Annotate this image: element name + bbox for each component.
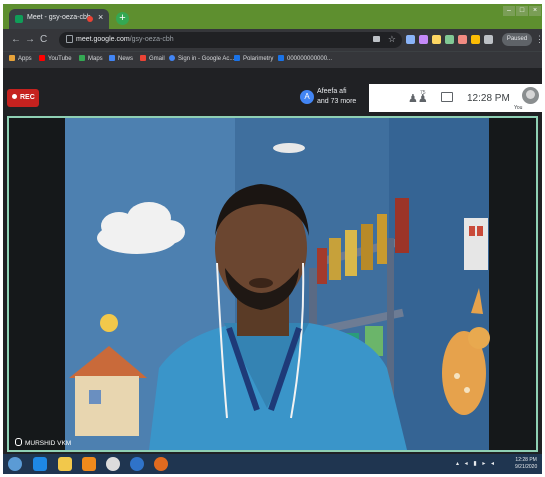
google-icon: [169, 55, 175, 61]
self-label: You: [514, 105, 523, 111]
tab-title: Meet - gsy-oeza-cbh: [27, 14, 91, 21]
reload-icon[interactable]: C: [40, 34, 47, 45]
news-icon: [109, 55, 115, 61]
browser-window: Meet - gsy-oeza-cbh × + – □ × ← → C meet…: [3, 4, 542, 474]
maximize-button[interactable]: □: [516, 6, 528, 16]
recording-indicator-icon: [87, 16, 93, 22]
firefox-icon[interactable]: [154, 457, 168, 471]
start-button-icon[interactable]: [8, 457, 22, 471]
self-view-avatar[interactable]: [522, 87, 539, 104]
windows-taskbar: ▴ ◂ ▮ ▸ ◂ 12:28 PM 9/21/2020: [3, 454, 542, 474]
media-player-icon[interactable]: [82, 457, 96, 471]
extension-arrow-icon[interactable]: [406, 35, 415, 44]
people-count: 75: [420, 90, 426, 96]
bookmark-youtube[interactable]: YouTube: [39, 55, 72, 62]
participants-summary[interactable]: Afeefa afi and 73 more: [317, 87, 356, 107]
linkedin-icon: [278, 55, 284, 61]
profile-paused-button[interactable]: Paused: [502, 33, 532, 46]
extensions-puzzle-icon[interactable]: [484, 35, 493, 44]
bookmark-polarimetry[interactable]: Polarimetry: [234, 55, 273, 62]
extension-shield-icon[interactable]: [471, 35, 480, 44]
bookmark-gmail[interactable]: Gmail: [140, 55, 165, 62]
tab-close-button[interactable]: ×: [98, 12, 103, 22]
gmail-icon: [140, 55, 146, 61]
extension-check-icon[interactable]: [432, 35, 441, 44]
speaker-name-label: MURSHID VKM: [15, 438, 71, 447]
minimize-button[interactable]: –: [503, 6, 515, 16]
new-tab-button[interactable]: +: [116, 12, 129, 25]
meet-controls-panel: ♟♟ 75 12:28 PM You: [369, 84, 542, 112]
participant-name: Afeefa afi: [317, 88, 347, 95]
maps-icon: [79, 55, 85, 61]
meet-top-bar: REC A Afeefa afi and 73 more ♟♟ 75 12:28…: [3, 84, 542, 112]
chrome-icon[interactable]: [106, 457, 120, 471]
apps-grid-icon: [9, 55, 15, 61]
speaker-video-feed: [9, 118, 536, 450]
meeting-clock: 12:28 PM: [467, 93, 510, 104]
internet-explorer-icon[interactable]: [33, 457, 47, 471]
bookmark-maps[interactable]: Maps: [79, 55, 103, 62]
record-dot-icon: [12, 94, 17, 99]
chat-icon[interactable]: [441, 92, 453, 102]
linkedin-icon: [234, 55, 240, 61]
taskbar-clock[interactable]: 12:28 PM 9/21/2020: [515, 457, 537, 471]
extension-bars-icon[interactable]: [458, 35, 467, 44]
address-bar[interactable]: meet.google.com/gsy-oeza-cbh ☆: [59, 32, 402, 48]
close-window-button[interactable]: ×: [529, 6, 541, 16]
microphone-icon: [15, 438, 22, 446]
tab-strip: Meet - gsy-oeza-cbh × + – □ ×: [3, 4, 542, 29]
app-icon[interactable]: [130, 457, 144, 471]
back-arrow-icon[interactable]: ←: [11, 34, 21, 45]
speaker-video-tile[interactable]: MURSHID VKM: [7, 116, 538, 452]
bookmark-news[interactable]: News: [109, 55, 133, 62]
browser-menu-icon[interactable]: ⋮: [535, 34, 542, 45]
participant-avatar: A: [300, 90, 314, 104]
recording-badge: REC: [7, 89, 39, 107]
tab-meet[interactable]: Meet - gsy-oeza-cbh ×: [9, 9, 109, 29]
system-tray-icons[interactable]: ▴ ◂ ▮ ▸ ◂: [456, 460, 496, 467]
extension-pen-icon[interactable]: [419, 35, 428, 44]
bookmark-star-icon[interactable]: ☆: [388, 34, 396, 45]
browser-toolbar: ← → C meet.google.com/gsy-oeza-cbh ☆ Pau…: [3, 29, 542, 51]
youtube-icon: [39, 55, 45, 61]
participant-more: and 73 more: [317, 98, 357, 105]
bookmarks-bar: Apps YouTube Maps News Gmail Sign in - G…: [3, 51, 542, 68]
extension-grid-icon[interactable]: [445, 35, 454, 44]
lock-icon: [66, 35, 73, 43]
bookmark-apps[interactable]: Apps: [9, 55, 32, 62]
bookmark-google-account[interactable]: Sign in - Google Ac...: [169, 55, 234, 62]
file-explorer-icon[interactable]: [58, 457, 72, 471]
camera-indicator-icon[interactable]: [373, 36, 380, 42]
meet-favicon-icon: [15, 15, 23, 23]
forward-arrow-icon[interactable]: →: [25, 34, 35, 45]
bookmark-linkedin[interactable]: 000000000000...: [278, 55, 332, 62]
url-text: meet.google.com/gsy-oeza-cbh: [76, 36, 174, 43]
